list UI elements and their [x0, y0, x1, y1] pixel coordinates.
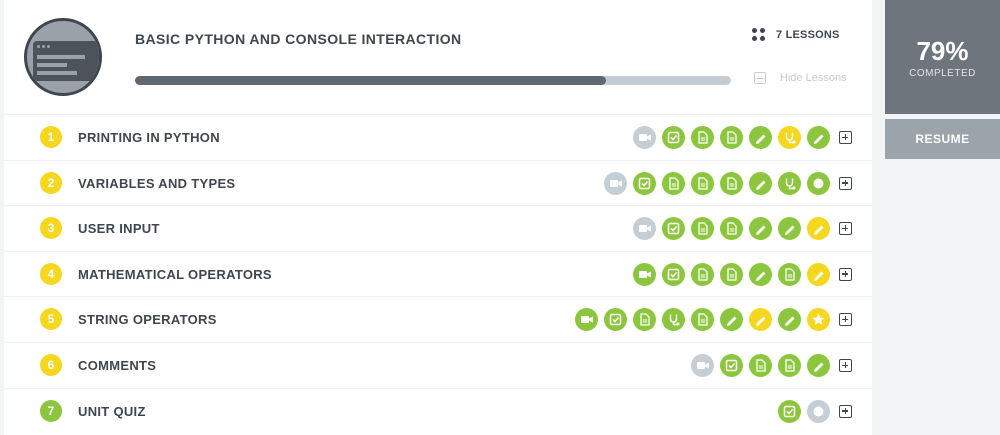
check-icon[interactable] [662, 126, 685, 149]
course-thumbnail-icon [24, 18, 102, 96]
pencil-icon[interactable] [778, 308, 801, 332]
lesson-row[interactable]: 1 PRINTING IN PYTHON [4, 114, 872, 160]
document-icon[interactable] [633, 308, 656, 332]
video-icon[interactable] [575, 308, 598, 332]
course-progress-fill [135, 76, 606, 85]
activity-icons [685, 354, 852, 377]
lesson-number-badge: 1 [40, 126, 62, 148]
expand-icon[interactable] [839, 313, 852, 327]
video-icon[interactable] [691, 354, 714, 377]
video-icon[interactable] [633, 126, 656, 149]
pencil-icon[interactable] [749, 217, 772, 241]
activity-icons [598, 171, 852, 195]
circle-icon[interactable] [807, 399, 830, 423]
course-title: BASIC PYTHON AND CONSOLE INTERACTION [135, 31, 462, 47]
check-icon[interactable] [662, 262, 685, 286]
video-icon[interactable] [633, 217, 656, 241]
lesson-title[interactable]: MATHEMATICAL OPERATORS [78, 267, 272, 282]
pencil-icon[interactable] [778, 217, 801, 241]
lesson-title[interactable]: COMMENTS [78, 358, 156, 373]
expand-icon[interactable] [839, 404, 852, 418]
collapse-icon [754, 72, 766, 84]
pencil-icon[interactable] [749, 126, 772, 149]
pencil-icon[interactable] [807, 354, 830, 377]
document-icon[interactable] [720, 262, 743, 286]
stethoscope-icon[interactable] [662, 308, 685, 332]
pencil-icon[interactable] [807, 217, 830, 241]
course-card: BASIC PYTHON AND CONSOLE INTERACTION 7 L… [4, 0, 872, 435]
pencil-icon[interactable] [807, 262, 830, 286]
document-icon[interactable] [691, 217, 714, 241]
expand-icon[interactable] [839, 267, 852, 281]
star-icon[interactable] [807, 308, 830, 332]
activity-icons [569, 308, 852, 332]
completion-panel: 79% COMPLETED [885, 0, 1000, 114]
grid-dots-icon [752, 28, 766, 42]
document-icon[interactable] [720, 217, 743, 241]
stethoscope-icon[interactable] [778, 126, 801, 149]
hide-lessons-label: Hide Lessons [780, 72, 847, 84]
lesson-title[interactable]: PRINTING IN PYTHON [78, 130, 220, 145]
lesson-row[interactable]: 6 COMMENTS [4, 342, 872, 388]
pencil-icon[interactable] [749, 308, 772, 332]
pencil-icon[interactable] [720, 308, 743, 332]
document-icon[interactable] [720, 171, 743, 195]
check-icon[interactable] [662, 217, 685, 241]
lessons-count: 7 LESSONS [752, 28, 840, 42]
activity-icons [627, 126, 852, 149]
video-icon[interactable] [633, 262, 656, 286]
lesson-number-badge: 6 [40, 354, 62, 376]
check-icon[interactable] [720, 354, 743, 377]
lessons-count-label: 7 LESSONS [776, 29, 840, 41]
check-icon[interactable] [604, 308, 627, 332]
lesson-number-badge: 5 [40, 308, 62, 331]
stethoscope-icon[interactable] [778, 171, 801, 195]
activity-icons [627, 262, 852, 286]
video-icon[interactable] [604, 171, 627, 195]
lesson-row[interactable]: 2 VARIABLES AND TYPES [4, 159, 872, 206]
pencil-icon[interactable] [749, 171, 772, 195]
hide-lessons-toggle[interactable]: Hide Lessons [754, 72, 847, 84]
resume-button[interactable]: RESUME [885, 119, 1000, 159]
completion-label: COMPLETED [909, 68, 976, 79]
expand-icon[interactable] [839, 359, 852, 372]
expand-icon[interactable] [839, 176, 852, 190]
document-icon[interactable] [691, 171, 714, 195]
lesson-title[interactable]: USER INPUT [78, 221, 160, 236]
document-icon[interactable] [749, 354, 772, 377]
lesson-title[interactable]: STRING OPERATORS [78, 312, 217, 327]
pencil-icon[interactable] [749, 262, 772, 286]
document-icon[interactable] [691, 262, 714, 286]
lesson-number-badge: 7 [40, 399, 62, 422]
document-icon[interactable] [691, 308, 714, 332]
expand-icon[interactable] [839, 131, 852, 144]
pencil-icon[interactable] [807, 126, 830, 149]
document-icon[interactable] [720, 126, 743, 149]
lesson-title[interactable]: VARIABLES AND TYPES [78, 176, 235, 191]
document-icon[interactable] [662, 171, 685, 195]
document-icon[interactable] [778, 262, 801, 286]
lesson-row[interactable]: 3 USER INPUT [4, 205, 872, 251]
expand-icon[interactable] [839, 222, 852, 236]
lesson-number-badge: 3 [40, 217, 62, 240]
check-icon[interactable] [633, 171, 656, 195]
course-header: BASIC PYTHON AND CONSOLE INTERACTION 7 L… [4, 0, 872, 114]
lesson-row[interactable]: 5 STRING OPERATORS [4, 296, 872, 342]
document-icon[interactable] [778, 354, 801, 377]
lesson-number-badge: 2 [40, 171, 62, 194]
activity-icons [627, 217, 852, 241]
lesson-title[interactable]: UNIT QUIZ [78, 404, 146, 419]
course-progress-bar [135, 76, 731, 85]
lesson-row[interactable]: 7 UNIT QUIZ [4, 387, 872, 434]
lesson-row[interactable]: 4 MATHEMATICAL OPERATORS [4, 250, 872, 297]
document-icon[interactable] [691, 126, 714, 149]
completion-percent: 79% [916, 36, 969, 66]
circle-icon[interactable] [807, 171, 830, 195]
check-icon[interactable] [778, 399, 801, 423]
lesson-number-badge: 4 [40, 262, 62, 285]
activity-icons [772, 399, 852, 423]
